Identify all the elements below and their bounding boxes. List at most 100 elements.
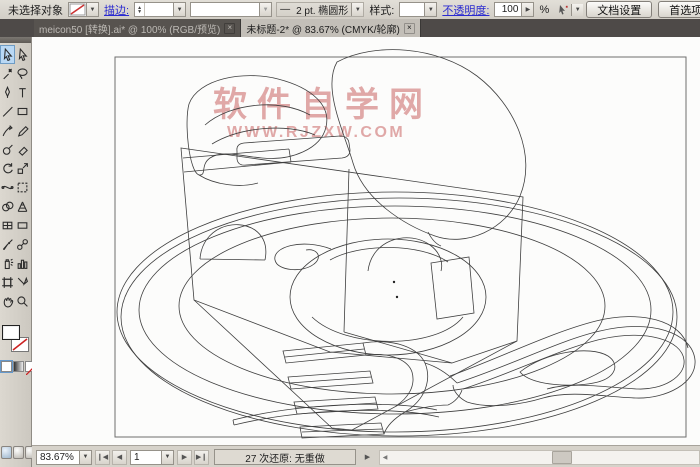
chevron-down-icon[interactable]: ▼ bbox=[86, 3, 98, 16]
hand-tool-button[interactable] bbox=[0, 292, 15, 311]
gradient-button[interactable] bbox=[13, 361, 24, 372]
control-bar: 未选择对象 ▼ 描边: ▲ ▼ ▼ ▼ — 2 pt. 椭圆形 ▼ 样式: ▼ 不… bbox=[0, 0, 700, 20]
rectangle-tool-button[interactable] bbox=[15, 102, 30, 121]
line-icon bbox=[2, 106, 13, 117]
eyedropper-tool-button[interactable] bbox=[0, 235, 15, 254]
strawberry-outline bbox=[331, 49, 527, 247]
stroke-link[interactable]: 描边: bbox=[104, 2, 129, 18]
slice-icon bbox=[17, 276, 29, 286]
pencil-tool-button[interactable] bbox=[15, 121, 30, 140]
eraser-icon bbox=[18, 146, 28, 156]
magic-wand-tool-button[interactable] bbox=[0, 64, 15, 83]
opacity-value[interactable]: 100 bbox=[495, 4, 521, 15]
document-canvas[interactable]: 软件自学网 WWW.RJZXW.COM bbox=[32, 37, 700, 445]
direct-selection-tool-button[interactable] bbox=[15, 45, 30, 64]
chevron-down-icon[interactable]: ▼ bbox=[161, 450, 173, 464]
tool-palette bbox=[0, 37, 36, 467]
previous-artboard-button[interactable]: ◀ bbox=[112, 449, 127, 465]
tab-label: meicon50 [转换].ai* @ 100% (RGB/预览) bbox=[39, 24, 221, 36]
brush-definition-combo[interactable]: — 2 pt. 椭圆形 ▼ bbox=[276, 2, 365, 17]
zoom-level-value[interactable]: 83.67% bbox=[37, 452, 79, 463]
eyedropper-icon bbox=[3, 239, 13, 250]
horizontal-scrollbar[interactable]: ◀ bbox=[379, 449, 700, 465]
selection-arrow-icon bbox=[3, 48, 13, 61]
lasso-tool-button[interactable] bbox=[15, 64, 30, 83]
selection-status: 未选择对象 bbox=[8, 4, 63, 17]
slice-tool-button[interactable] bbox=[15, 273, 30, 292]
blob-brush-tool-button[interactable] bbox=[0, 140, 15, 159]
fill-color-combo[interactable]: ▼ bbox=[68, 2, 99, 17]
close-icon[interactable]: × bbox=[224, 22, 236, 34]
chevron-down-icon[interactable]: ▼ bbox=[259, 3, 272, 16]
shape-builder-tool-button[interactable] bbox=[0, 197, 15, 216]
free-transform-icon bbox=[17, 182, 28, 193]
shape-builder-icon bbox=[2, 201, 14, 212]
style-combo[interactable]: ▼ bbox=[399, 2, 438, 17]
pen-tool-button[interactable] bbox=[0, 83, 15, 102]
scrollbar-thumb[interactable] bbox=[552, 450, 573, 464]
plate-outline bbox=[116, 191, 678, 437]
column-graph-tool-button[interactable] bbox=[15, 254, 30, 273]
chevron-down-icon[interactable]: ▼ bbox=[79, 450, 91, 464]
opacity-link[interactable]: 不透明度: bbox=[442, 2, 489, 18]
width-profile-combo[interactable]: ▼ bbox=[190, 2, 273, 17]
fill-swatch-white[interactable] bbox=[2, 325, 20, 340]
zoom-level-combo[interactable]: 83.67% ▼ bbox=[36, 449, 92, 465]
chevron-down-icon[interactable]: ▼ bbox=[424, 3, 437, 16]
type-icon bbox=[19, 88, 26, 98]
blend-tool-button[interactable] bbox=[15, 235, 30, 254]
document-setup-button[interactable]: 文档设置 bbox=[586, 1, 653, 18]
draw-behind-button[interactable] bbox=[13, 446, 24, 459]
symbol-sprayer-tool-button[interactable] bbox=[0, 254, 15, 273]
artwork-outline-drawing[interactable] bbox=[32, 37, 700, 445]
chevron-right-icon[interactable]: ▶ bbox=[521, 3, 534, 16]
eraser-tool-button[interactable] bbox=[15, 140, 30, 159]
first-artboard-button[interactable]: ❙◀ bbox=[95, 449, 110, 465]
anchor-points[interactable] bbox=[392, 280, 399, 299]
last-artboard-button[interactable]: ▶❙ bbox=[194, 449, 209, 465]
scale-tool-button[interactable] bbox=[15, 159, 30, 178]
mesh-icon bbox=[2, 221, 13, 230]
stroke-weight-combo[interactable]: ▲ ▼ ▼ bbox=[134, 2, 187, 17]
close-icon[interactable]: × bbox=[403, 22, 415, 34]
opacity-field[interactable]: 100 ▶ bbox=[494, 2, 535, 17]
scroll-left-icon[interactable]: ◀ bbox=[380, 452, 390, 463]
drawing-mode-buttons bbox=[1, 446, 36, 459]
rotate-tool-button[interactable] bbox=[0, 159, 15, 178]
artboard-icon bbox=[2, 277, 13, 288]
fill-none-swatch-icon bbox=[69, 3, 86, 16]
mesh-tool-button[interactable] bbox=[0, 216, 15, 235]
chevron-down-icon[interactable]: ▼ bbox=[351, 3, 364, 16]
artboard-tool-button[interactable] bbox=[0, 273, 15, 292]
zoom-tool-button[interactable] bbox=[15, 292, 30, 311]
tab-meicon50[interactable]: meicon50 [转换].ai* @ 100% (RGB/预览) × bbox=[34, 19, 242, 37]
tab-untitled-2[interactable]: 未标题-2* @ 83.67% (CMYK/轮廓) × bbox=[241, 19, 421, 37]
type-tool-button[interactable] bbox=[15, 83, 30, 102]
paintbrush-tool-button[interactable] bbox=[0, 121, 15, 140]
selection-tool-button[interactable] bbox=[0, 45, 15, 64]
preferences-button[interactable]: 首选项 bbox=[658, 1, 700, 18]
width-tool-button[interactable] bbox=[0, 178, 15, 197]
select-similar-button[interactable]: ▼ bbox=[556, 3, 584, 17]
free-transform-tool-button[interactable] bbox=[15, 178, 30, 197]
chevron-down-icon[interactable]: ▼ bbox=[571, 3, 584, 16]
perspective-grid-tool-button[interactable] bbox=[15, 197, 30, 216]
column-graph-icon bbox=[17, 259, 28, 269]
percent-label: % bbox=[539, 3, 550, 16]
draw-normal-button[interactable] bbox=[1, 446, 12, 459]
color-button[interactable] bbox=[0, 360, 13, 373]
tab-label: 未标题-2* @ 83.67% (CMYK/轮廓) bbox=[246, 24, 400, 36]
artboard-number-combo[interactable]: 1 ▼ bbox=[130, 449, 174, 465]
chevron-down-icon[interactable]: ▼ bbox=[173, 3, 186, 16]
next-artboard-button[interactable]: ▶ bbox=[177, 449, 192, 465]
artboard-number-value[interactable]: 1 bbox=[131, 452, 161, 463]
brush-value[interactable]: 2 pt. 椭圆形 bbox=[293, 2, 351, 17]
zoom-icon bbox=[17, 296, 28, 307]
stroke-weight-stepper[interactable]: ▲ ▼ bbox=[135, 3, 146, 16]
status-flyout-button[interactable]: ▶ bbox=[361, 451, 374, 464]
illustrator-window: 未选择对象 ▼ 描边: ▲ ▼ ▼ ▼ — 2 pt. 椭圆形 ▼ 样式: ▼ 不… bbox=[0, 0, 700, 467]
artboard-border bbox=[114, 56, 687, 438]
gradient-tool-button[interactable] bbox=[15, 216, 30, 235]
blob-brush-icon bbox=[2, 144, 13, 155]
line-segment-tool-button[interactable] bbox=[0, 102, 15, 121]
